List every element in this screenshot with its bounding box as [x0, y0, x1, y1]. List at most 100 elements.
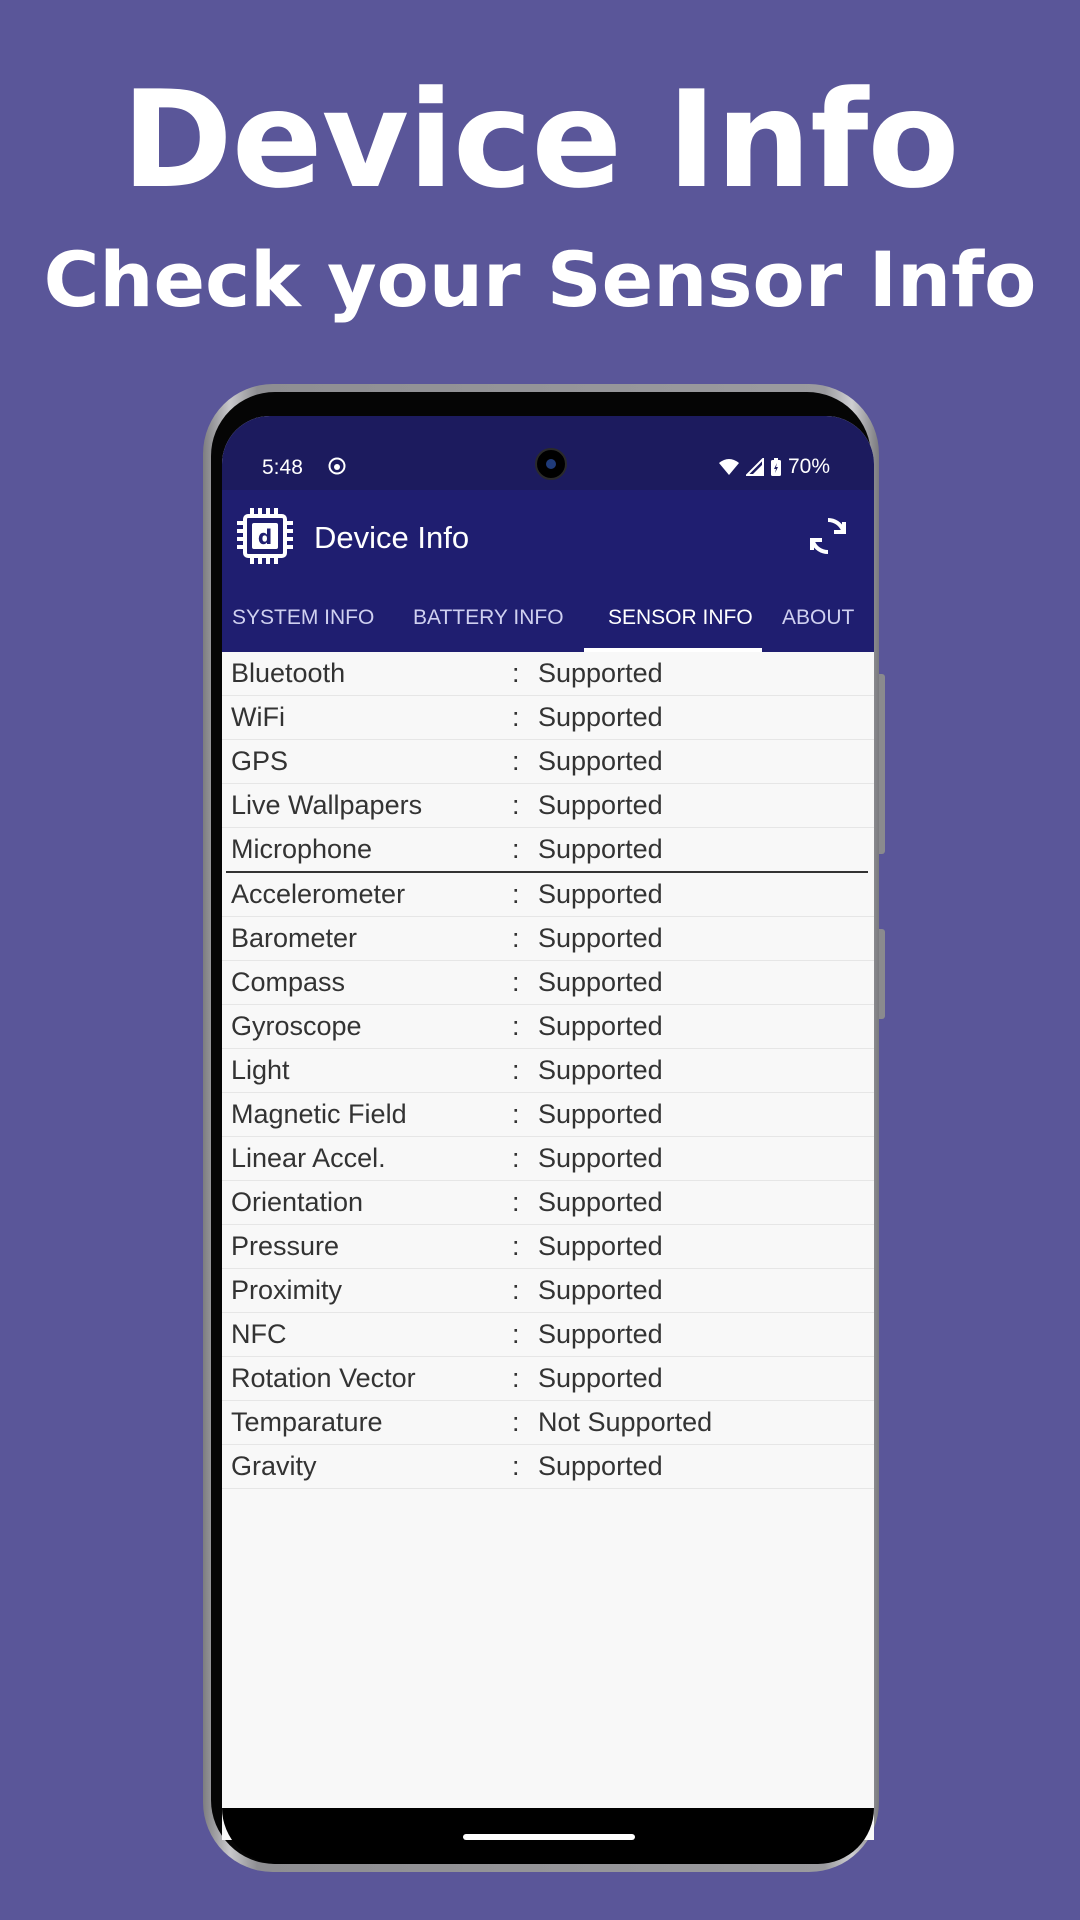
- app-logo-icon: d: [237, 508, 293, 564]
- wifi-icon: [718, 459, 739, 475]
- item-value: Supported: [538, 1363, 663, 1393]
- list-item: Rotation Vector: Supported: [222, 1357, 874, 1401]
- list-item: Light: Supported: [222, 1049, 874, 1093]
- volume-button: [879, 674, 885, 854]
- item-value: Supported: [538, 1143, 663, 1173]
- item-value: Supported: [538, 790, 663, 820]
- list-item: NFC: Supported: [222, 1313, 874, 1357]
- list-item: Compass: Supported: [222, 961, 874, 1005]
- item-name: Rotation Vector: [231, 1363, 416, 1393]
- item-name: Pressure: [231, 1231, 340, 1261]
- refresh-icon[interactable]: [804, 512, 852, 560]
- tab-battery-info[interactable]: BATTERY INFO: [413, 590, 564, 652]
- list-item: Gyroscope: Supported: [222, 1005, 874, 1049]
- item-value: Supported: [538, 1011, 663, 1041]
- item-separator: :: [512, 1099, 520, 1129]
- front-camera: [535, 448, 567, 480]
- item-name: Linear Accel.: [231, 1143, 386, 1173]
- item-name: Temparature: [231, 1407, 383, 1437]
- battery-percent: 70%: [787, 455, 830, 478]
- item-separator: :: [512, 1231, 520, 1261]
- list-item: Linear Accel.: Supported: [222, 1137, 874, 1181]
- home-gesture-handle[interactable]: [463, 1834, 635, 1840]
- item-name: Barometer: [231, 923, 358, 953]
- item-separator: :: [512, 1363, 520, 1393]
- item-name: Magnetic Field: [231, 1099, 407, 1129]
- item-value: Supported: [538, 1099, 663, 1129]
- item-name: Gravity: [231, 1451, 317, 1481]
- item-separator: :: [512, 1011, 520, 1041]
- item-separator: :: [512, 1275, 520, 1305]
- item-value: Supported: [538, 879, 663, 909]
- item-name: Light: [231, 1055, 290, 1085]
- list-item: Proximity: Supported: [222, 1269, 874, 1313]
- item-value: Supported: [538, 1231, 663, 1261]
- status-bar: 5:48 70%: [222, 416, 874, 490]
- tab-about[interactable]: ABOUT: [782, 590, 854, 652]
- item-name: GPS: [231, 746, 289, 776]
- list-item: GPS: Supported: [222, 740, 874, 784]
- notification-icon: [328, 457, 346, 475]
- item-name: Bluetooth: [231, 658, 346, 688]
- signal-icon: [745, 458, 764, 476]
- item-name: Live Wallpapers: [231, 790, 423, 820]
- item-name: Gyroscope: [231, 1011, 362, 1041]
- item-name: WiFi: [231, 702, 285, 732]
- item-name: Microphone: [231, 834, 373, 864]
- navigation-bar: [222, 1808, 874, 1864]
- item-separator: :: [512, 1319, 520, 1349]
- svg-text:d: d: [258, 525, 272, 549]
- list-item: Orientation: Supported: [222, 1181, 874, 1225]
- phone-frame: 5:48 70% d Device Info SYSTEM INFO BATTE…: [203, 384, 885, 1872]
- list-item: Temparature: Not Supported: [222, 1401, 874, 1445]
- sensor-list: Bluetooth: Supported WiFi: Supported GPS: S…: [222, 652, 874, 1489]
- item-name: Compass: [231, 967, 346, 997]
- item-separator: :: [512, 879, 520, 909]
- battery-charging-icon: [770, 458, 781, 476]
- item-separator: :: [512, 1143, 520, 1173]
- item-name: Proximity: [231, 1275, 343, 1305]
- item-separator: :: [512, 746, 520, 776]
- list-item: Microphone: Supported: [222, 828, 874, 871]
- item-value: Supported: [538, 1451, 663, 1481]
- list-item: Live Wallpapers: Supported: [222, 784, 874, 828]
- tab-bar: SYSTEM INFO BATTERY INFO SENSOR INFO ABO…: [222, 590, 874, 652]
- item-value: Supported: [538, 658, 663, 688]
- item-value: Supported: [538, 1275, 663, 1305]
- power-button: [879, 929, 885, 1019]
- item-value: Supported: [538, 1055, 663, 1085]
- tab-system-info[interactable]: SYSTEM INFO: [232, 590, 374, 652]
- item-separator: :: [512, 923, 520, 953]
- item-value: Supported: [538, 834, 663, 864]
- list-item: Magnetic Field: Supported: [222, 1093, 874, 1137]
- item-separator: :: [512, 1055, 520, 1085]
- promo-title: Device Info: [121, 62, 960, 218]
- list-item: Gravity: Supported: [222, 1445, 874, 1489]
- app-bar: d Device Info SYSTEM INFO BATTERY INFO S…: [222, 490, 874, 652]
- item-separator: :: [512, 1187, 520, 1217]
- item-separator: :: [512, 834, 520, 864]
- phone-bezel: 5:48 70% d Device Info SYSTEM INFO BATTE…: [211, 392, 874, 1864]
- phone-screen: 5:48 70% d Device Info SYSTEM INFO BATTE…: [222, 416, 874, 1840]
- list-item: Bluetooth: Supported: [222, 652, 874, 696]
- list-item: WiFi: Supported: [222, 696, 874, 740]
- tab-sensor-info[interactable]: SENSOR INFO: [608, 590, 753, 652]
- item-value: Supported: [538, 1319, 663, 1349]
- item-value: Supported: [538, 702, 663, 732]
- item-separator: :: [512, 702, 520, 732]
- status-time: 5:48: [262, 456, 303, 479]
- app-title: Device Info: [314, 520, 470, 555]
- item-value: Supported: [538, 923, 663, 953]
- list-item: Pressure: Supported: [222, 1225, 874, 1269]
- item-separator: :: [512, 967, 520, 997]
- item-separator: :: [512, 658, 520, 688]
- list-item: Accelerometer: Supported: [222, 873, 874, 917]
- item-value: Supported: [538, 1187, 663, 1217]
- promo-subtitle: Check your Sensor Info: [43, 235, 1037, 324]
- item-separator: :: [512, 790, 520, 820]
- item-value: Supported: [538, 746, 663, 776]
- item-value: Supported: [538, 967, 663, 997]
- list-item: Barometer: Supported: [222, 917, 874, 961]
- item-value: Not Supported: [538, 1407, 713, 1437]
- item-name: Orientation: [231, 1187, 364, 1217]
